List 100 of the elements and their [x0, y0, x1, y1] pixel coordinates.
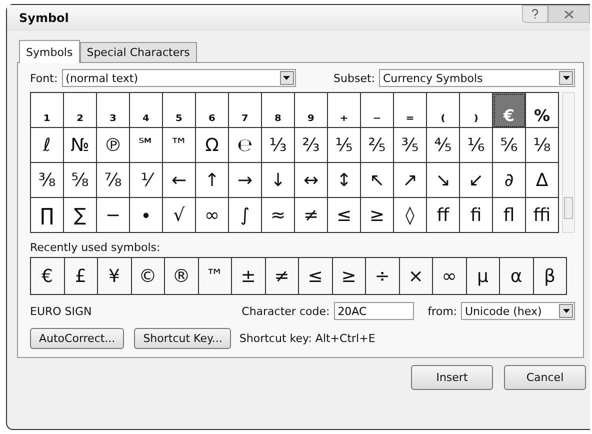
symbol-cell[interactable]: ↙ — [460, 163, 493, 198]
from-dropdown[interactable]: Unicode (hex) — [461, 302, 575, 320]
symbol-cell[interactable]: ∑ — [64, 198, 97, 233]
symbol-cell[interactable]: ∞ — [196, 198, 229, 233]
symbol-cell[interactable]: £ — [64, 258, 98, 295]
symbol-cell[interactable]: α — [500, 258, 534, 295]
symbol-cell[interactable]: € — [493, 93, 526, 128]
character-code-field[interactable]: 20AC — [334, 302, 414, 320]
character-name: EURO SIGN — [30, 304, 92, 318]
symbol-cell[interactable]: ∙ — [130, 198, 163, 233]
symbol-cell[interactable]: ∆ — [526, 163, 559, 198]
symbol-cell[interactable]: ↓ — [262, 163, 295, 198]
symbol-cell[interactable]: ₌ — [394, 93, 427, 128]
symbol-cell[interactable]: ﬁ — [460, 198, 493, 233]
symbol-cell[interactable]: ₋ — [361, 93, 394, 128]
subset-label: Subset: — [334, 72, 375, 84]
symbol-cell[interactable]: ⅛ — [526, 128, 559, 163]
symbol-cell[interactable]: ⅝ — [64, 163, 97, 198]
window-title: Symbol — [19, 11, 69, 25]
symbol-cell[interactable]: ⅞ — [97, 163, 130, 198]
scrollbar[interactable] — [562, 92, 575, 233]
symbol-cell[interactable]: ℓ — [31, 128, 64, 163]
symbol-cell[interactable]: № — [64, 128, 97, 163]
symbol-cell[interactable]: ↑ — [196, 163, 229, 198]
symbol-cell[interactable]: √ — [163, 198, 196, 233]
symbol-cell[interactable]: ± — [232, 258, 266, 295]
symbol-cell[interactable]: ⅟ — [130, 163, 163, 198]
symbol-cell[interactable]: ﬀ — [427, 198, 460, 233]
symbol-cell[interactable]: ™ — [198, 258, 232, 295]
symbol-cell[interactable]: ≤ — [328, 198, 361, 233]
symbol-cell[interactable]: ≤ — [299, 258, 332, 295]
symbol-cell[interactable]: µ — [466, 258, 500, 295]
symbol-cell[interactable]: ∏ — [31, 198, 64, 233]
font-label: Font: — [30, 72, 58, 84]
character-code-label: Character code: — [242, 304, 330, 318]
symbol-cell[interactable]: ⅙ — [460, 128, 493, 163]
symbol-cell[interactable]: ⅘ — [427, 128, 460, 163]
dialog-button[interactable]: Cancel — [504, 365, 586, 390]
symbol-cell[interactable]: ≠ — [295, 198, 328, 233]
tab[interactable]: Symbols — [19, 40, 80, 63]
symbol-cell[interactable]: ₅ — [163, 93, 196, 128]
symbol-cell[interactable]: ₃ — [97, 93, 130, 128]
symbol-cell[interactable]: ↗ — [394, 163, 427, 198]
dialog-button[interactable]: AutoCorrect... — [30, 328, 124, 349]
close-icon[interactable] — [548, 5, 590, 23]
symbol-cell[interactable]: ₈ — [262, 93, 295, 128]
symbol-cell[interactable]: ﬃ — [526, 198, 559, 233]
from-label: from: — [428, 304, 457, 318]
symbol-cell[interactable]: © — [132, 258, 165, 295]
symbol-cell[interactable]: ∫ — [229, 198, 262, 233]
symbol-cell[interactable]: ⅗ — [394, 128, 427, 163]
symbol-cell[interactable]: ℗ — [97, 128, 130, 163]
symbol-cell[interactable]: € — [31, 258, 64, 295]
symbol-cell[interactable]: × — [400, 258, 433, 295]
symbol-cell[interactable]: ∞ — [433, 258, 466, 295]
symbol-cell[interactable]: ◊ — [394, 198, 427, 233]
symbol-cell[interactable]: ₉ — [295, 93, 328, 128]
symbol-cell[interactable]: ∂ — [493, 163, 526, 198]
symbol-cell[interactable]: ℠ — [130, 128, 163, 163]
symbol-cell[interactable]: ⅓ — [262, 128, 295, 163]
symbol-cell[interactable]: ← — [163, 163, 196, 198]
symbol-cell[interactable]: ≠ — [266, 258, 299, 295]
shortcut-key-text: Shortcut key: Alt+Ctrl+E — [239, 332, 376, 345]
symbol-cell[interactable]: ÷ — [366, 258, 400, 295]
symbol-cell[interactable]: ↘ — [427, 163, 460, 198]
symbol-cell[interactable]: → — [229, 163, 262, 198]
symbol-cell[interactable]: ₂ — [64, 93, 97, 128]
symbol-cell[interactable]: ↔ — [295, 163, 328, 198]
symbol-cell[interactable]: ₆ — [196, 93, 229, 128]
symbol-cell[interactable]: ≈ — [262, 198, 295, 233]
symbol-cell[interactable]: ⅖ — [361, 128, 394, 163]
tab[interactable]: Special Characters — [80, 42, 197, 62]
symbol-cell[interactable]: ⅜ — [31, 163, 64, 198]
dialog-button[interactable]: Shortcut Key... — [134, 328, 232, 349]
help-icon[interactable] — [522, 5, 548, 23]
symbol-cell[interactable]: ₇ — [229, 93, 262, 128]
symbol-cell[interactable]: ™ — [163, 128, 196, 163]
symbol-cell[interactable]: ₁ — [31, 93, 64, 128]
symbol-cell[interactable]: − — [97, 198, 130, 233]
symbol-cell[interactable]: % — [526, 93, 559, 128]
symbol-cell[interactable]: ® — [165, 258, 198, 295]
font-dropdown[interactable]: (normal text) — [62, 69, 296, 87]
symbol-cell[interactable]: Ω — [196, 128, 229, 163]
symbol-cell[interactable]: ¥ — [98, 258, 132, 295]
symbol-cell[interactable]: ↕ — [328, 163, 361, 198]
symbol-cell[interactable]: ℮ — [229, 128, 262, 163]
symbol-cell[interactable]: ⅕ — [328, 128, 361, 163]
subset-dropdown[interactable]: Currency Symbols — [379, 69, 575, 87]
symbol-cell[interactable]: ﬂ — [493, 198, 526, 233]
dialog-button[interactable]: Insert — [411, 365, 493, 390]
symbol-cell[interactable]: ₊ — [328, 93, 361, 128]
symbol-cell[interactable]: ≥ — [361, 198, 394, 233]
symbol-cell[interactable]: ₄ — [130, 93, 163, 128]
symbol-cell[interactable]: ₍ — [427, 93, 460, 128]
symbol-cell[interactable]: β — [534, 258, 567, 295]
recently-used-label: Recently used symbols: — [30, 241, 162, 254]
symbol-cell[interactable]: ⅚ — [493, 128, 526, 163]
symbol-cell[interactable]: ⅔ — [295, 128, 328, 163]
symbol-cell[interactable]: ≥ — [332, 258, 366, 295]
symbol-cell[interactable]: ↖ — [361, 163, 394, 198]
